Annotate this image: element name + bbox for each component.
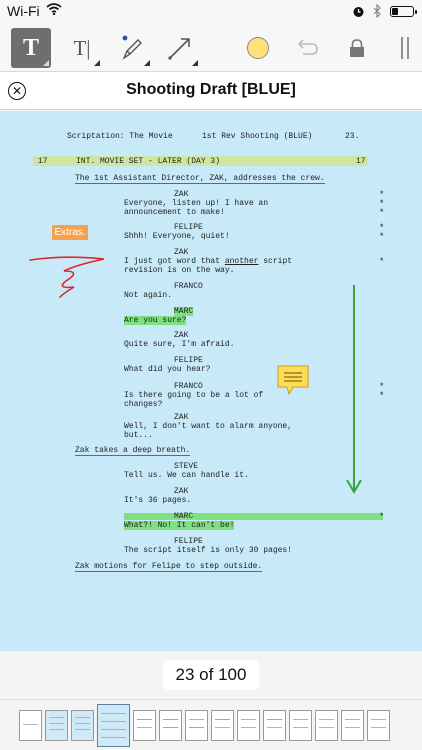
character-name: MARC bbox=[174, 512, 194, 521]
red-scribble-annotation[interactable] bbox=[26, 249, 108, 299]
dialogue-line: announcement to make! bbox=[124, 208, 225, 217]
pen-tool-button[interactable] bbox=[112, 28, 152, 68]
text-insert-icon: T| bbox=[73, 35, 91, 60]
character-name: MARC bbox=[174, 307, 194, 316]
undo-icon bbox=[297, 39, 318, 55]
vertical-bars-icon bbox=[401, 37, 409, 59]
lock-button[interactable] bbox=[337, 28, 377, 68]
alarm-icon bbox=[353, 6, 364, 17]
scene-heading: INT. MOVIE SET - LATER (DAY 3) bbox=[76, 157, 221, 166]
extras-annotation-tag[interactable]: Extras. bbox=[52, 225, 88, 240]
dialogue-line: I just got word that another script bbox=[124, 257, 293, 266]
dialogue-line: What?! No! It can't be! bbox=[124, 521, 235, 530]
scene-number-left: 17 bbox=[38, 157, 48, 166]
page-thumbnail[interactable] bbox=[237, 710, 260, 741]
character-name: FELIPE bbox=[174, 356, 203, 365]
revision-mark: * bbox=[379, 208, 385, 218]
highlight-color-swatch bbox=[247, 37, 269, 59]
revision-mark: * bbox=[379, 391, 385, 401]
note-annotation-icon[interactable] bbox=[277, 365, 309, 395]
annotation-toolbar: T T| bbox=[0, 22, 422, 72]
color-picker-button[interactable] bbox=[238, 28, 278, 68]
action-line: Zak takes a deep breath. bbox=[75, 446, 191, 456]
text-tool-button[interactable]: T bbox=[11, 28, 51, 68]
dialogue-line: Not again. bbox=[124, 291, 173, 300]
action-line: The 1st Assistant Director, ZAK, address… bbox=[75, 174, 325, 184]
page-header-revision: 1st Rev Shooting (BLUE) bbox=[202, 132, 313, 141]
character-name: ZAK bbox=[174, 248, 189, 257]
page-thumbnail[interactable] bbox=[159, 710, 182, 741]
revision-mark: * bbox=[379, 257, 385, 267]
page-thumbnail-current[interactable] bbox=[97, 704, 130, 747]
document-title: Shooting Draft [BLUE] bbox=[126, 81, 296, 98]
line-tool-button[interactable] bbox=[160, 28, 200, 68]
page-thumbnail-strip[interactable] bbox=[0, 699, 422, 750]
marc-line-highlight bbox=[124, 513, 383, 520]
page-thumbnail[interactable] bbox=[263, 710, 286, 741]
script-page[interactable]: Scriptation: The Movie 1st Rev Shooting … bbox=[0, 111, 422, 651]
page-thumbnail[interactable] bbox=[315, 710, 338, 741]
text-tool-icon: T bbox=[22, 34, 39, 61]
dialogue-line: What did you hear? bbox=[124, 365, 211, 374]
status-bar: Wi-Fi bbox=[0, 0, 422, 22]
text-insert-tool-button[interactable]: T| bbox=[62, 28, 102, 68]
green-arrow-annotation[interactable] bbox=[344, 283, 364, 498]
dialogue-line: Well, I don't want to alarm anyone, bbox=[124, 422, 293, 431]
dialogue-line: The script itself is only 30 pages! bbox=[124, 546, 293, 555]
document-title-bar: ✕ Shooting Draft [BLUE] bbox=[0, 72, 422, 110]
character-name: ZAK bbox=[174, 331, 189, 340]
page-thumbnail[interactable] bbox=[133, 710, 156, 741]
more-options-button[interactable] bbox=[385, 28, 422, 68]
dialogue-line: but... bbox=[124, 431, 153, 440]
page-thumbnail[interactable] bbox=[185, 710, 208, 741]
undo-button[interactable] bbox=[288, 28, 328, 68]
revision-mark: * bbox=[379, 512, 385, 522]
scene-number-right: 17 bbox=[356, 157, 366, 166]
dialogue-line: Tell us. We can handle it. bbox=[124, 471, 249, 480]
dialogue-line: Shhh! Everyone, quiet! bbox=[124, 232, 230, 241]
page-counter-bar: 23 of 100 bbox=[0, 651, 422, 699]
character-name: ZAK bbox=[174, 413, 189, 422]
wifi-icon bbox=[46, 3, 62, 15]
character-name: ZAK bbox=[174, 487, 189, 496]
bluetooth-icon bbox=[373, 4, 381, 18]
page-counter[interactable]: 23 of 100 bbox=[163, 660, 259, 690]
dialogue-line: Quite sure, I'm afraid. bbox=[124, 340, 235, 349]
character-name: STEVE bbox=[174, 462, 199, 471]
dialogue-line: revision is on the way. bbox=[124, 266, 235, 275]
character-name: ZAK bbox=[174, 190, 189, 199]
dialogue-line: It's 36 pages. bbox=[124, 496, 192, 505]
page-thumbnail[interactable] bbox=[341, 710, 364, 741]
page-thumbnail[interactable] bbox=[289, 710, 312, 741]
page-thumbnail[interactable] bbox=[211, 710, 234, 741]
character-name: FRANCO bbox=[174, 382, 203, 391]
action-line: Zak motions for Felipe to step outside. bbox=[75, 562, 263, 572]
dialogue-line: Everyone, listen up! I have an bbox=[124, 199, 269, 208]
lock-icon bbox=[350, 39, 364, 57]
character-name: FELIPE bbox=[174, 537, 203, 546]
pen-icon bbox=[122, 35, 142, 60]
revision-mark: * bbox=[379, 232, 385, 242]
page-thumbnail[interactable] bbox=[71, 710, 94, 741]
battery-icon bbox=[390, 5, 417, 17]
page-header-show: Scriptation: The Movie bbox=[67, 132, 173, 141]
page-header-number: 23. bbox=[345, 132, 360, 141]
character-name: FRANCO bbox=[174, 282, 203, 291]
dialogue-line: changes? bbox=[124, 400, 163, 409]
page-thumbnail[interactable] bbox=[19, 710, 42, 741]
page-thumbnail[interactable] bbox=[367, 710, 390, 741]
dialogue-line: Is there going to be a lot of bbox=[124, 391, 264, 400]
arrow-line-icon bbox=[168, 38, 190, 60]
dialogue-line: Are you sure? bbox=[124, 316, 187, 325]
carrier-label: Wi-Fi bbox=[7, 3, 40, 19]
page-thumbnail[interactable] bbox=[45, 710, 68, 741]
character-name: FELIPE bbox=[174, 223, 203, 232]
